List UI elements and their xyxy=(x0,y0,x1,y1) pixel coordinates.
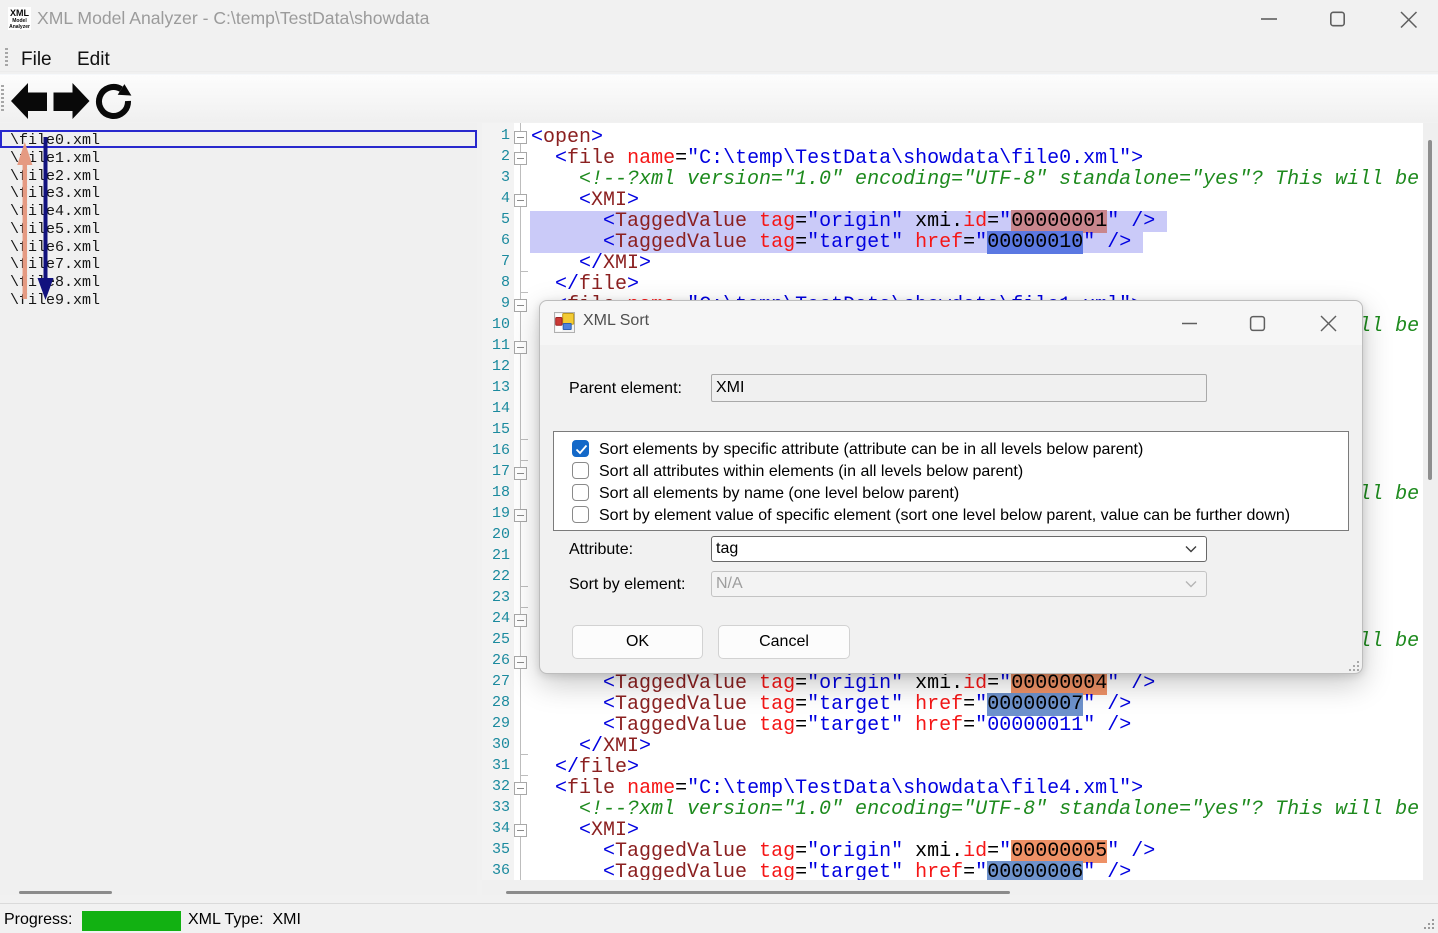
svg-text:XML: XML xyxy=(10,8,30,18)
svg-text:Analyzer: Analyzer xyxy=(9,24,30,30)
